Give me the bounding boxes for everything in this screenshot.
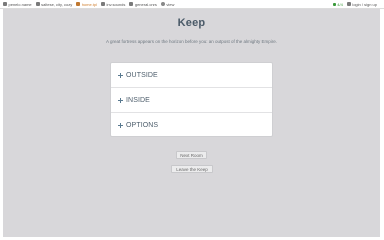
nav-item-player[interactable]: penelo.name xyxy=(3,2,32,7)
plus-icon xyxy=(118,97,123,103)
heart-icon xyxy=(332,2,336,6)
section-label: INSIDE xyxy=(126,96,150,104)
next-room-button[interactable]: Next Room xyxy=(176,151,207,159)
health-value: 4/4 xyxy=(337,1,343,7)
location-icon xyxy=(35,2,40,6)
nav-item-general[interactable]: general.cnrs xyxy=(129,2,157,7)
main-content: Keep A great fortress appears on the hor… xyxy=(3,9,380,237)
nav-item-location[interactable]: saltese, city, cozy xyxy=(35,1,73,7)
user-icon xyxy=(3,2,7,6)
top-nav-bar: penelo.name saltese, city, cozy home.tpl… xyxy=(0,0,384,9)
section-options[interactable]: OPTIONS xyxy=(111,113,272,138)
nav-item-label: general.cnrs xyxy=(134,1,157,7)
section-outside[interactable]: OUTSIDE xyxy=(111,63,272,88)
login-icon xyxy=(346,2,351,6)
section-label: OPTIONS xyxy=(126,122,159,129)
sections-panel: OUTSIDE INSIDE OPTIONS xyxy=(110,62,273,137)
nav-item-view[interactable]: view xyxy=(160,1,175,7)
login-link[interactable]: login / sign up xyxy=(346,1,377,7)
nav-item-label: view xyxy=(166,1,175,7)
section-inside[interactable]: INSIDE xyxy=(111,88,272,113)
page-title: Keep xyxy=(177,17,206,29)
plus-icon xyxy=(118,72,123,78)
nav-item-inventory[interactable]: inv.sounds xyxy=(101,2,125,7)
general-icon xyxy=(129,2,134,6)
nav-item-label: penelo.name xyxy=(8,1,32,7)
globe-icon xyxy=(160,2,165,6)
leave-keep-button[interactable]: Leave the Keep xyxy=(171,165,213,173)
nav-item-label: home.tpl xyxy=(81,1,98,7)
nav-item-label: saltese, city, cozy xyxy=(41,1,73,7)
page-description: A great fortress appears on the horizon … xyxy=(105,39,278,44)
section-label: OUTSIDE xyxy=(126,71,158,79)
health-indicator: 4/4 xyxy=(332,1,343,7)
login-label: login / sign up xyxy=(352,1,377,7)
nav-item-current-room[interactable]: home.tpl xyxy=(76,2,97,7)
room-icon xyxy=(76,2,81,6)
inventory-icon xyxy=(101,2,106,6)
nav-item-label: inv.sounds xyxy=(106,1,126,7)
plus-icon xyxy=(118,123,123,128)
